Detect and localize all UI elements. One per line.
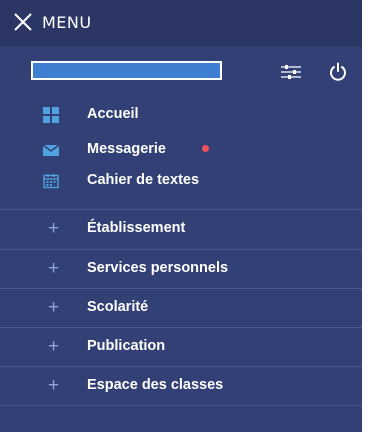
close-icon[interactable] <box>13 12 33 32</box>
nav-item-messagerie[interactable]: Messagerie <box>0 136 362 164</box>
plus-icon: + <box>48 218 60 239</box>
section-label: Établissement <box>87 220 186 236</box>
settings-sliders-icon[interactable] <box>280 64 302 80</box>
notification-dot <box>202 145 209 152</box>
plus-icon: + <box>48 336 60 357</box>
section-publication[interactable]: + Publication <box>0 328 362 366</box>
section-etablissement[interactable]: + Établissement <box>0 210 362 248</box>
user-name-bar <box>31 61 222 80</box>
calendar-icon <box>43 174 59 189</box>
section-services-personnels[interactable]: + Services personnels <box>0 250 362 288</box>
plus-icon: + <box>48 258 60 279</box>
power-icon[interactable] <box>329 62 347 81</box>
envelope-icon <box>43 144 59 156</box>
nav-item-label: Messagerie <box>87 141 166 157</box>
section-scolarite[interactable]: + Scolarité <box>0 289 362 327</box>
divider <box>0 405 362 406</box>
nav-item-accueil[interactable]: Accueil <box>0 101 362 129</box>
plus-icon: + <box>48 297 60 318</box>
plus-icon: + <box>48 375 60 396</box>
section-espace-des-classes[interactable]: + Espace des classes <box>0 367 362 405</box>
section-label: Espace des classes <box>87 377 224 393</box>
side-menu: MENU Accueil Messagerie Cahier de textes… <box>0 0 362 432</box>
nav-item-cahier-de-textes[interactable]: Cahier de textes <box>0 167 362 195</box>
section-label: Publication <box>87 338 166 354</box>
grid-icon <box>43 107 59 123</box>
nav-item-label: Accueil <box>87 106 139 122</box>
menu-header: MENU <box>0 0 362 46</box>
nav-item-label: Cahier de textes <box>87 172 200 188</box>
menu-title: MENU <box>42 13 92 32</box>
section-label: Services personnels <box>87 260 229 276</box>
section-label: Scolarité <box>87 299 149 315</box>
